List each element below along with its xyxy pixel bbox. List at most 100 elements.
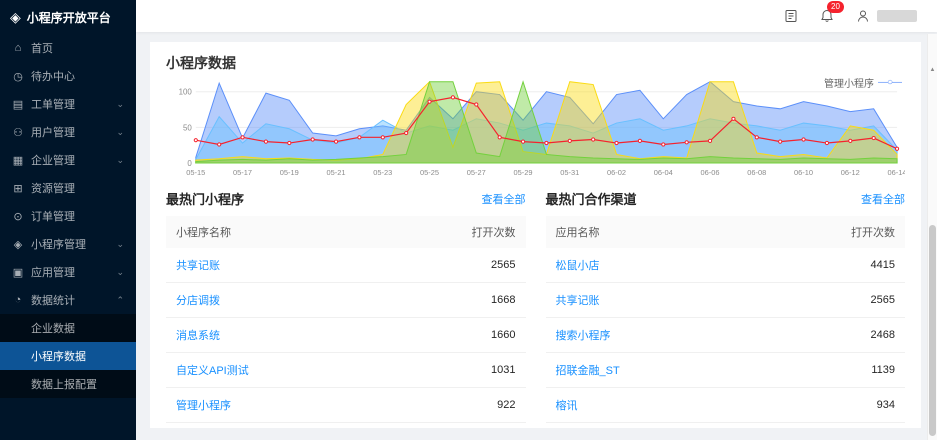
main-area: 20 小程序数据 管理小程序 —○— 05010005-1505-1705-19… bbox=[136, 0, 937, 440]
sidebar-item-label: 小程序管理 bbox=[31, 236, 86, 252]
open-count: 2468 bbox=[725, 318, 905, 353]
sidebar-item-enterprise-mgmt[interactable]: ▦企业管理⌄ bbox=[0, 146, 136, 174]
sidebar-item-data-stats[interactable]: ◔数据统计⌃ bbox=[0, 286, 136, 314]
item-name-link[interactable]: 松鼠小店 bbox=[546, 248, 726, 283]
sidebar-item-order-mgmt[interactable]: ⊙订单管理 bbox=[0, 202, 136, 230]
home-icon: ⌂ bbox=[12, 42, 24, 54]
chevron-down-icon: ⌄ bbox=[116, 99, 124, 110]
hot-channels-body: 松鼠小店4415共享记账2565搜索小程序2468招联金融_ST1139榕讯93… bbox=[546, 248, 906, 423]
svg-text:05-15: 05-15 bbox=[186, 168, 205, 177]
notification-badge: 20 bbox=[827, 1, 844, 13]
open-count: 934 bbox=[725, 388, 905, 423]
item-name-link[interactable]: 消息系统 bbox=[166, 318, 346, 353]
svg-text:05-29: 05-29 bbox=[514, 168, 533, 177]
svg-text:05-31: 05-31 bbox=[560, 168, 579, 177]
table-row: 共享记账2565 bbox=[546, 283, 906, 318]
item-name-link[interactable]: 榕讯 bbox=[546, 388, 726, 423]
sidebar-menu: ⌂首页◷待办中心▤工单管理⌄⚇用户管理⌄▦企业管理⌄⊞资源管理⊙订单管理◈小程序… bbox=[0, 34, 136, 398]
sidebar-submenu: 企业数据小程序数据数据上报配置 bbox=[0, 314, 136, 398]
svg-text:05-17: 05-17 bbox=[233, 168, 252, 177]
tables-row: 最热门小程序 查看全部 小程序名称 打开次数 共享记账2565 分店调拨1668消… bbox=[166, 189, 905, 423]
item-name-link[interactable]: 招联金融_ST bbox=[546, 353, 726, 388]
app-logo[interactable]: ◈ 小程序开放平台 bbox=[0, 0, 136, 34]
user-menu[interactable] bbox=[855, 8, 917, 24]
svg-text:06-02: 06-02 bbox=[607, 168, 626, 177]
hot-miniprograms-table: 最热门小程序 查看全部 小程序名称 打开次数 共享记账2565分店调拨1668消… bbox=[166, 189, 526, 423]
view-all-link[interactable]: 查看全部 bbox=[861, 191, 905, 207]
sidebar-item-user-mgmt[interactable]: ⚇用户管理⌄ bbox=[0, 118, 136, 146]
chart-area: 管理小程序 —○— 05010005-1505-1705-1905-2105-2… bbox=[166, 77, 905, 179]
todo-icon: ◷ bbox=[12, 70, 24, 83]
svg-text:06-08: 06-08 bbox=[747, 168, 766, 177]
chart-legend[interactable]: 管理小程序 —○— bbox=[824, 75, 901, 90]
open-count: 1139 bbox=[725, 353, 905, 388]
sidebar-item-miniprogram-mgmt[interactable]: ◈ 小程序管理 ⌄ bbox=[0, 230, 136, 258]
user-avatar-icon bbox=[855, 8, 871, 24]
item-name-link[interactable]: 管理小程序 bbox=[166, 388, 346, 423]
svg-text:06-04: 06-04 bbox=[654, 168, 673, 177]
sidebar-item-label: 小程序数据 bbox=[31, 348, 86, 364]
document-icon[interactable] bbox=[783, 8, 799, 24]
content-card: 小程序数据 管理小程序 —○— 05010005-1505-1705-1905-… bbox=[150, 42, 921, 428]
sidebar-item-miniprogram-data[interactable]: 小程序数据 bbox=[0, 342, 136, 370]
open-count: 1668 bbox=[346, 283, 526, 318]
app-window: ◈ 小程序开放平台 ⌂首页◷待办中心▤工单管理⌄⚇用户管理⌄▦企业管理⌄⊞资源管… bbox=[0, 0, 937, 440]
column-header-count: 打开次数 bbox=[346, 216, 526, 248]
item-name-link[interactable]: 搜索小程序 bbox=[546, 318, 726, 353]
users-icon: ⚇ bbox=[12, 126, 24, 139]
svg-text:06-12: 06-12 bbox=[841, 168, 860, 177]
page-title: 小程序数据 bbox=[166, 53, 905, 73]
svg-text:05-23: 05-23 bbox=[373, 168, 392, 177]
item-name-link[interactable]: 自定义API测试 bbox=[166, 353, 346, 388]
content-area: 小程序数据 管理小程序 —○— 05010005-1505-1705-1905-… bbox=[136, 32, 937, 440]
work-order-icon: ▤ bbox=[12, 98, 24, 111]
table-row: 招联金融_ST1139 bbox=[546, 353, 906, 388]
vertical-scrollbar[interactable]: ▲ bbox=[927, 34, 937, 440]
svg-text:05-27: 05-27 bbox=[467, 168, 486, 177]
sidebar-item-app-mgmt[interactable]: ▣应用管理⌄ bbox=[0, 258, 136, 286]
open-count: 1660 bbox=[346, 318, 526, 353]
chart-svg: 05010005-1505-1705-1905-2105-2305-2505-2… bbox=[166, 77, 905, 179]
sidebar-item-enterprise-data[interactable]: 企业数据 bbox=[0, 314, 136, 342]
sidebar-item-label: 企业管理 bbox=[31, 152, 75, 168]
column-header-count: 打开次数 bbox=[725, 216, 905, 248]
app-title: 小程序开放平台 bbox=[27, 9, 111, 26]
svg-text:50: 50 bbox=[183, 123, 192, 132]
svg-text:06-10: 06-10 bbox=[794, 168, 813, 177]
stats-icon: ◔ bbox=[12, 294, 24, 306]
sidebar-item-label: 工单管理 bbox=[31, 96, 75, 112]
sidebar-item-label: 用户管理 bbox=[31, 124, 75, 140]
sidebar-item-label: 资源管理 bbox=[31, 180, 75, 196]
chart-legend-label: 管理小程序 bbox=[824, 75, 874, 90]
svg-text:06-14: 06-14 bbox=[888, 168, 905, 177]
sidebar-item-label: 数据上报配置 bbox=[31, 376, 97, 392]
username-placeholder bbox=[877, 10, 917, 22]
scrollbar-up-icon[interactable]: ▲ bbox=[928, 64, 937, 76]
sidebar-item-data-report-config[interactable]: 数据上报配置 bbox=[0, 370, 136, 398]
sidebar-item-home[interactable]: ⌂首页 bbox=[0, 34, 136, 62]
sidebar-item-label: 订单管理 bbox=[31, 208, 75, 224]
view-all-link[interactable]: 查看全部 bbox=[482, 191, 526, 207]
column-header-name: 小程序名称 bbox=[166, 216, 346, 248]
notification-bell-icon[interactable]: 20 bbox=[819, 8, 835, 24]
miniprogram-icon: ◈ bbox=[12, 238, 24, 251]
table-title: 最热门小程序 bbox=[166, 189, 244, 208]
resources-icon: ⊞ bbox=[12, 182, 24, 195]
sidebar-item-todo-center[interactable]: ◷待办中心 bbox=[0, 62, 136, 90]
top-header: 20 bbox=[136, 0, 937, 32]
hot-channels-table: 最热门合作渠道 查看全部 应用名称 打开次数 松鼠小店4415共享记账2565搜… bbox=[546, 189, 906, 423]
table-row: 消息系统1660 bbox=[166, 318, 526, 353]
sidebar-item-label: 数据统计 bbox=[31, 292, 75, 308]
sidebar-item-work-order-mgmt[interactable]: ▤ 工单管理 ⌄ bbox=[0, 90, 136, 118]
item-name-link[interactable]: 共享记账 bbox=[166, 248, 346, 283]
chevron-down-icon: ⌄ bbox=[116, 155, 124, 166]
scrollbar-thumb[interactable] bbox=[929, 225, 936, 436]
item-name-link[interactable]: 分店调拨 bbox=[166, 283, 346, 318]
table-title: 最热门合作渠道 bbox=[546, 189, 637, 208]
chevron-down-icon: ⌄ bbox=[116, 239, 124, 250]
item-name-link[interactable]: 共享记账 bbox=[546, 283, 726, 318]
table-row: 分店调拨1668 bbox=[166, 283, 526, 318]
sidebar-item-resource-mgmt[interactable]: ⊞ 资源管理 bbox=[0, 174, 136, 202]
svg-text:05-21: 05-21 bbox=[327, 168, 346, 177]
table-row: 榕讯934 bbox=[546, 388, 906, 423]
